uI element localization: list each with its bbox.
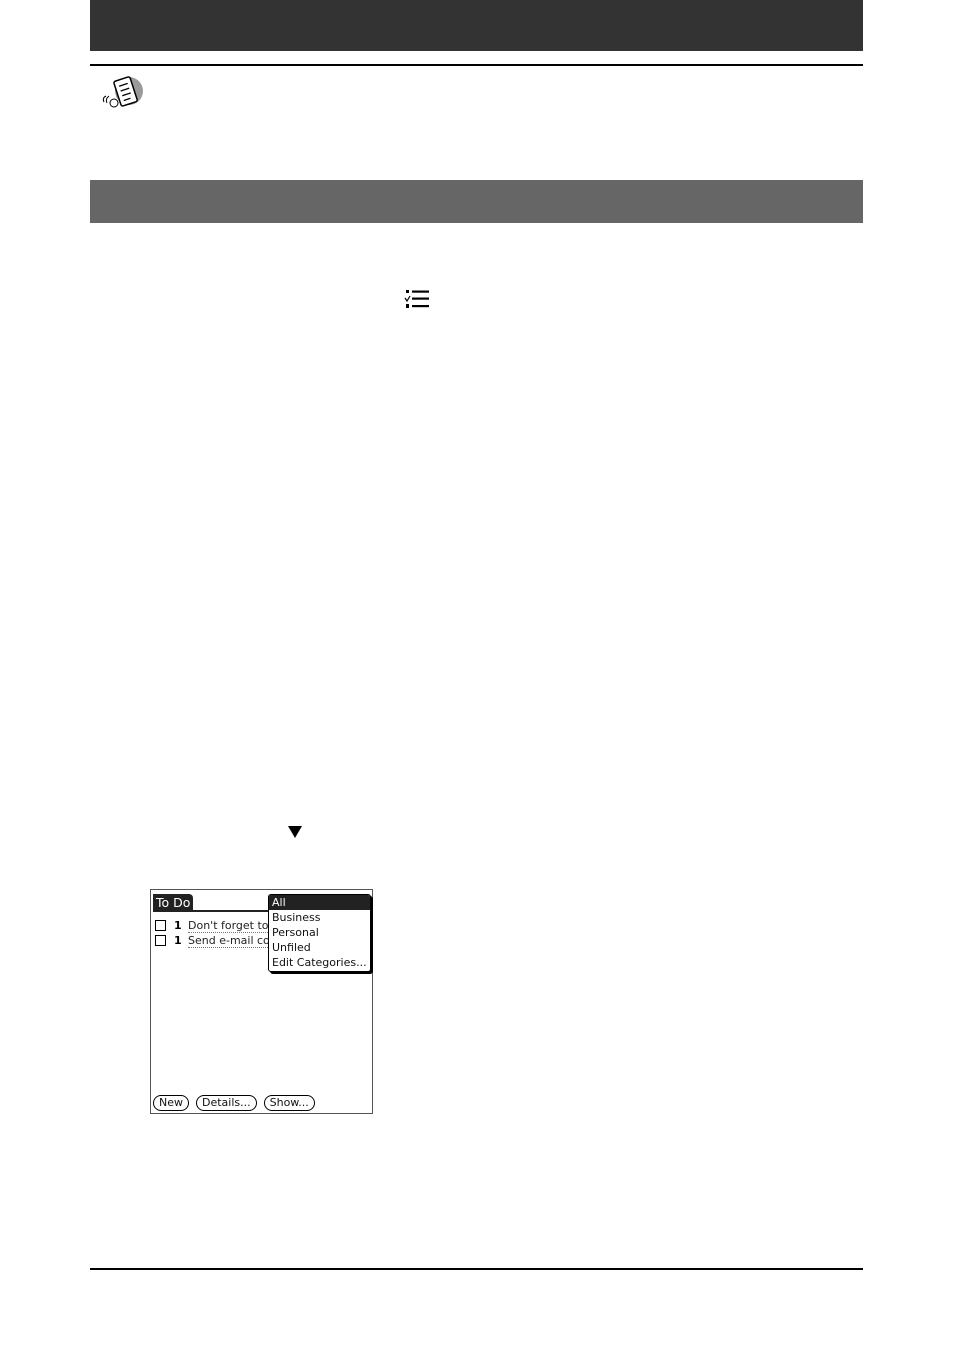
todo-row[interactable]: 1 Don't forget to [155, 918, 268, 933]
category-dropdown-menu[interactable]: All Business Personal Unfiled Edit Categ… [268, 894, 371, 972]
details-button[interactable]: Details... [196, 1095, 257, 1111]
todo-checkbox[interactable] [155, 935, 166, 946]
category-item-unfiled[interactable]: Unfiled [269, 940, 370, 955]
header-rule [90, 64, 863, 66]
todo-description[interactable]: Don't forget to [188, 919, 268, 933]
category-item-business[interactable]: Business [269, 910, 370, 925]
menu-list-icon [404, 289, 432, 311]
category-item-edit-categories[interactable]: Edit Categories... [269, 955, 370, 970]
category-item-all[interactable]: All [269, 895, 370, 910]
todo-description[interactable]: Send e-mail co [188, 934, 268, 948]
todo-row[interactable]: 1 Send e-mail co [155, 933, 268, 948]
section-heading-band [90, 180, 863, 223]
todo-app-screenshot: To Do 1 Don't forget to 1 Send e-mail co… [150, 889, 373, 1114]
tip-handheld-icon [102, 74, 146, 110]
new-button[interactable]: New [153, 1095, 189, 1111]
show-button[interactable]: Show... [263, 1095, 315, 1111]
down-triangle-icon [287, 824, 303, 838]
button-row: New Details... Show... [153, 1095, 315, 1111]
todo-checkbox[interactable] [155, 920, 166, 931]
todo-priority[interactable]: 1 [174, 934, 186, 947]
footer-rule [90, 1268, 863, 1270]
todo-priority[interactable]: 1 [174, 919, 186, 932]
category-item-personal[interactable]: Personal [269, 925, 370, 940]
page-header-band [90, 0, 863, 51]
